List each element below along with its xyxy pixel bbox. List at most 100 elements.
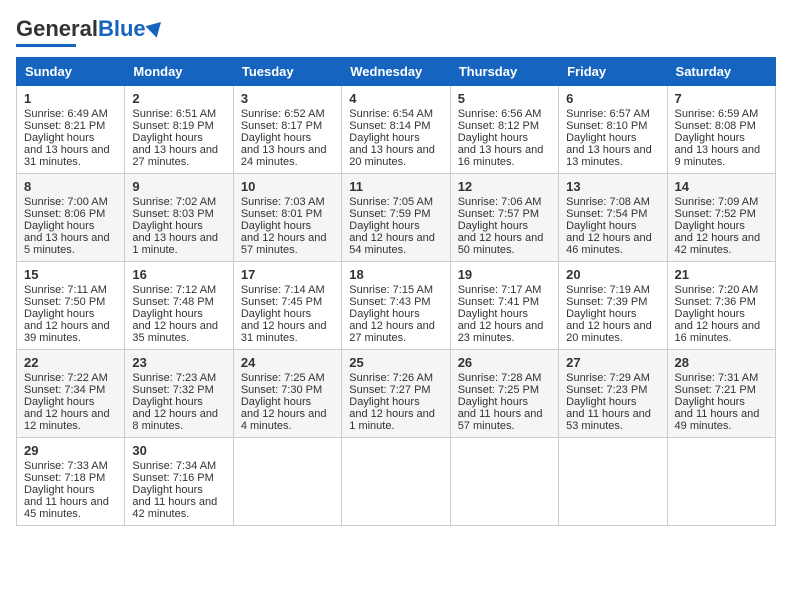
day-info: Sunrise: 7:05 AMSunset: 7:59 PMDaylight … [349, 196, 435, 256]
day-info: Sunrise: 6:57 AMSunset: 8:10 PMDaylight … [566, 108, 652, 168]
day-cell-18: 18 Sunrise: 7:15 AMSunset: 7:43 PMDayligh… [342, 262, 450, 350]
day-number: 25 [349, 355, 442, 370]
day-info: Sunrise: 6:56 AMSunset: 8:12 PMDaylight … [458, 108, 544, 168]
day-cell-4: 4 Sunrise: 6:54 AMSunset: 8:14 PMDaylight… [342, 86, 450, 174]
day-info: Sunrise: 7:26 AMSunset: 7:27 PMDaylight … [349, 372, 435, 432]
day-info: Sunrise: 6:59 AMSunset: 8:08 PMDaylight … [675, 108, 761, 168]
logo: General Blue [16, 16, 164, 47]
day-cell-16: 16Sunrise: 7:12 AMSunset: 7:48 PMDayligh… [125, 262, 233, 350]
day-number: 27 [566, 355, 659, 370]
day-info: Sunrise: 7:08 AMSunset: 7:54 PMDaylight … [566, 196, 652, 256]
column-header-saturday: Saturday [667, 58, 775, 86]
day-cell-12: 12Sunrise: 7:06 AMSunset: 7:57 PMDayligh… [450, 174, 558, 262]
column-header-wednesday: Wednesday [342, 58, 450, 86]
empty-cell [233, 438, 341, 526]
day-info: Sunrise: 7:03 AMSunset: 8:01 PMDaylight … [241, 196, 327, 256]
day-number: 7 [675, 91, 768, 106]
day-info: Sunrise: 7:14 AMSunset: 7:45 PMDaylight … [241, 284, 327, 344]
day-number: 1 [24, 91, 117, 106]
day-cell-17: 17 Sunrise: 7:14 AMSunset: 7:45 PMDayligh… [233, 262, 341, 350]
empty-cell [342, 438, 450, 526]
day-cell-21: 21 Sunrise: 7:20 AMSunset: 7:36 PMDayligh… [667, 262, 775, 350]
day-info: Sunrise: 7:15 AMSunset: 7:43 PMDaylight … [349, 284, 435, 344]
day-number: 28 [675, 355, 768, 370]
logo-text: General Blue [16, 16, 164, 42]
day-info: Sunrise: 7:29 AMSunset: 7:23 PMDaylight … [566, 372, 651, 432]
column-header-tuesday: Tuesday [233, 58, 341, 86]
column-header-friday: Friday [559, 58, 667, 86]
day-cell-9: 9 Sunrise: 7:02 AMSunset: 8:03 PMDaylight… [125, 174, 233, 262]
column-header-sunday: Sunday [17, 58, 125, 86]
day-number: 21 [675, 267, 768, 282]
day-number: 5 [458, 91, 551, 106]
day-number: 20 [566, 267, 659, 282]
day-number: 17 [241, 267, 334, 282]
day-cell-7: 7 Sunrise: 6:59 AMSunset: 8:08 PMDaylight… [667, 86, 775, 174]
column-header-thursday: Thursday [450, 58, 558, 86]
logo-underline [16, 44, 76, 47]
day-number: 12 [458, 179, 551, 194]
day-number: 19 [458, 267, 551, 282]
day-cell-3: 3 Sunrise: 6:52 AMSunset: 8:17 PMDaylight… [233, 86, 341, 174]
calendar-week-3: 15Sunrise: 7:11 AMSunset: 7:50 PMDayligh… [17, 262, 776, 350]
day-info: Sunrise: 7:02 AMSunset: 8:03 PMDaylight … [132, 196, 218, 256]
day-info: Sunrise: 7:33 AMSunset: 7:18 PMDaylight … [24, 460, 109, 520]
day-info: Sunrise: 7:11 AMSunset: 7:50 PMDaylight … [24, 284, 110, 344]
day-number: 26 [458, 355, 551, 370]
day-cell-10: 10Sunrise: 7:03 AMSunset: 8:01 PMDayligh… [233, 174, 341, 262]
day-info: Sunrise: 7:19 AMSunset: 7:39 PMDaylight … [566, 284, 652, 344]
day-cell-30: 30Sunrise: 7:34 AMSunset: 7:16 PMDayligh… [125, 438, 233, 526]
day-cell-24: 24Sunrise: 7:25 AMSunset: 7:30 PMDayligh… [233, 350, 341, 438]
logo-general: General [16, 16, 98, 42]
day-info: Sunrise: 7:00 AMSunset: 8:06 PMDaylight … [24, 196, 110, 256]
day-info: Sunrise: 7:20 AMSunset: 7:36 PMDaylight … [675, 284, 761, 344]
day-cell-8: 8 Sunrise: 7:00 AMSunset: 8:06 PMDaylight… [17, 174, 125, 262]
day-info: Sunrise: 6:49 AMSunset: 8:21 PMDaylight … [24, 108, 110, 168]
logo-arrow-icon [145, 16, 166, 37]
day-cell-19: 19 Sunrise: 7:17 AMSunset: 7:41 PMDayligh… [450, 262, 558, 350]
day-number: 6 [566, 91, 659, 106]
day-number: 23 [132, 355, 225, 370]
day-number: 30 [132, 443, 225, 458]
calendar-week-2: 8 Sunrise: 7:00 AMSunset: 8:06 PMDaylight… [17, 174, 776, 262]
day-number: 9 [132, 179, 225, 194]
day-cell-11: 11 Sunrise: 7:05 AMSunset: 7:59 PMDayligh… [342, 174, 450, 262]
day-cell-27: 27 Sunrise: 7:29 AMSunset: 7:23 PMDayligh… [559, 350, 667, 438]
empty-cell [559, 438, 667, 526]
calendar-header-row: SundayMondayTuesdayWednesdayThursdayFrid… [17, 58, 776, 86]
calendar-week-4: 22 Sunrise: 7:22 AMSunset: 7:34 PMDayligh… [17, 350, 776, 438]
day-info: Sunrise: 6:51 AMSunset: 8:19 PMDaylight … [132, 108, 218, 168]
day-info: Sunrise: 6:54 AMSunset: 8:14 PMDaylight … [349, 108, 435, 168]
day-cell-6: 6 Sunrise: 6:57 AMSunset: 8:10 PMDaylight… [559, 86, 667, 174]
column-header-monday: Monday [125, 58, 233, 86]
page-header: General Blue [16, 16, 776, 47]
day-number: 11 [349, 179, 442, 194]
day-info: Sunrise: 7:23 AMSunset: 7:32 PMDaylight … [132, 372, 218, 432]
day-info: Sunrise: 7:31 AMSunset: 7:21 PMDaylight … [675, 372, 760, 432]
day-number: 22 [24, 355, 117, 370]
day-number: 16 [132, 267, 225, 282]
empty-cell [450, 438, 558, 526]
day-number: 18 [349, 267, 442, 282]
day-number: 14 [675, 179, 768, 194]
day-number: 4 [349, 91, 442, 106]
day-number: 8 [24, 179, 117, 194]
day-cell-13: 13 Sunrise: 7:08 AMSunset: 7:54 PMDayligh… [559, 174, 667, 262]
day-number: 13 [566, 179, 659, 194]
day-info: Sunrise: 7:17 AMSunset: 7:41 PMDaylight … [458, 284, 544, 344]
day-cell-2: 2Sunrise: 6:51 AMSunset: 8:19 PMDaylight… [125, 86, 233, 174]
day-info: Sunrise: 7:22 AMSunset: 7:34 PMDaylight … [24, 372, 110, 432]
day-cell-29: 29Sunrise: 7:33 AMSunset: 7:18 PMDayligh… [17, 438, 125, 526]
day-cell-22: 22 Sunrise: 7:22 AMSunset: 7:34 PMDayligh… [17, 350, 125, 438]
day-info: Sunrise: 7:28 AMSunset: 7:25 PMDaylight … [458, 372, 543, 432]
calendar-table: SundayMondayTuesdayWednesdayThursdayFrid… [16, 57, 776, 526]
day-cell-14: 14 Sunrise: 7:09 AMSunset: 7:52 PMDayligh… [667, 174, 775, 262]
logo-blue: Blue [98, 16, 146, 42]
day-cell-5: 5 Sunrise: 6:56 AMSunset: 8:12 PMDaylight… [450, 86, 558, 174]
day-info: Sunrise: 6:52 AMSunset: 8:17 PMDaylight … [241, 108, 327, 168]
day-info: Sunrise: 7:25 AMSunset: 7:30 PMDaylight … [241, 372, 327, 432]
day-info: Sunrise: 7:09 AMSunset: 7:52 PMDaylight … [675, 196, 761, 256]
day-cell-23: 23 Sunrise: 7:23 AMSunset: 7:32 PMDayligh… [125, 350, 233, 438]
day-number: 3 [241, 91, 334, 106]
day-cell-26: 26 Sunrise: 7:28 AMSunset: 7:25 PMDayligh… [450, 350, 558, 438]
